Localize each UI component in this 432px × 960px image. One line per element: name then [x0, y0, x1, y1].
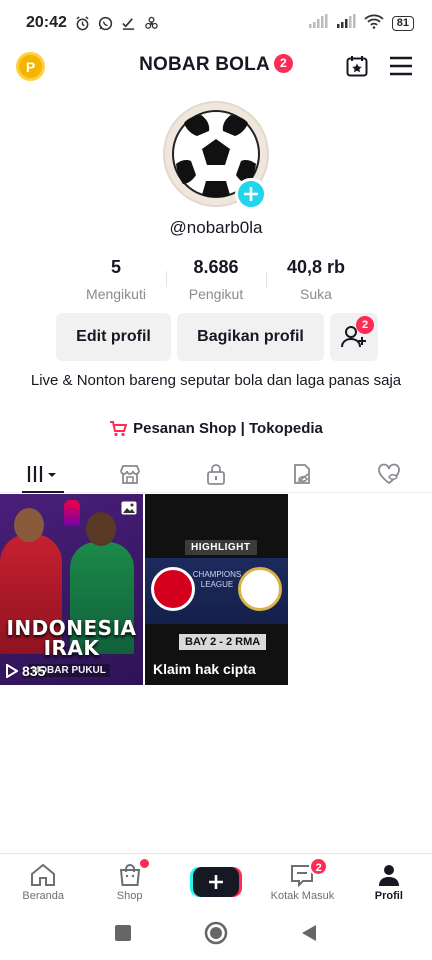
wifi-icon [364, 14, 384, 33]
page-title[interactable]: NOBAR BOLA [139, 54, 270, 75]
shopping-bag-icon [119, 863, 140, 886]
repost-hidden-icon [294, 463, 311, 484]
inbox-badge: 2 [309, 857, 329, 876]
video-grid: INDONESIA IRAK NOBAR PUKUL 835 HIGHLIGHT… [0, 494, 432, 685]
nav-inbox[interactable]: 2 Kotak Masuk [259, 854, 345, 910]
plus-icon [209, 875, 224, 889]
stat-value: 5 [110, 257, 121, 277]
match-banner: CHAMPIONS LEAGUE [145, 558, 288, 624]
add-friend-badge: 2 [356, 316, 374, 334]
video-overlay-title: INDONESIA IRAK [6, 616, 137, 660]
home-icon [31, 863, 56, 886]
stat-likes[interactable]: 40,8 rb Suka [266, 257, 366, 303]
video-thumbnail[interactable]: INDONESIA IRAK NOBAR PUKUL 835 [0, 494, 143, 685]
fan-icon [144, 15, 160, 31]
nav-profile[interactable]: Profil [346, 854, 432, 910]
view-count-value: 835 [22, 663, 46, 679]
recents-icon[interactable] [114, 924, 132, 947]
liked-hidden-icon [377, 463, 400, 484]
match-score: BAY 2 - 2 RMA [179, 634, 267, 650]
stat-value: 40,8 rb [286, 257, 346, 277]
lock-icon [207, 463, 225, 485]
grid-icon [28, 465, 57, 482]
alarm-icon [75, 15, 91, 31]
competition-name: CHAMPIONS LEAGUE [192, 570, 242, 589]
bottom-nav: Beranda Shop 2 Kotak Masuk Profil [0, 853, 432, 910]
real-madrid-crest [238, 567, 282, 611]
view-count: 835 [6, 663, 45, 679]
trophy-logo [64, 500, 80, 526]
stat-value: 8.686 [193, 257, 239, 277]
photo-icon [121, 501, 137, 520]
plus-icon [244, 187, 258, 201]
calendar-star-icon[interactable] [343, 52, 371, 80]
home-button-icon[interactable] [204, 921, 228, 950]
nav-label: Beranda [22, 889, 64, 902]
bayern-crest [151, 567, 195, 611]
nav-shop[interactable]: Shop [86, 854, 172, 910]
check-task-icon [121, 15, 137, 31]
nav-home[interactable]: Beranda [0, 854, 86, 910]
highlight-label: HIGHLIGHT [185, 540, 257, 555]
nav-create[interactable] [173, 854, 259, 910]
profile-icon [378, 864, 399, 886]
status-notification-icons [75, 15, 160, 31]
nav-label: Kotak Masuk [270, 889, 335, 902]
profile-header: P NOBAR BOLA 2 [0, 46, 432, 86]
status-bar: 20:42 81 [0, 0, 432, 46]
profile-actions: Edit profil Bagikan profil 2 [56, 313, 378, 361]
whatsapp-icon [98, 15, 114, 31]
back-icon[interactable] [300, 923, 318, 948]
stat-label: Mengikuti [86, 286, 146, 302]
stat-label: Suka [300, 286, 332, 302]
title-notification-badge: 2 [273, 54, 293, 73]
stat-followers[interactable]: 8.686 Pengikut [166, 257, 266, 303]
add-friend-button[interactable]: 2 [330, 313, 378, 361]
shop-link-label: Pesanan Shop | Tokopedia [133, 420, 323, 437]
tab-videos[interactable] [0, 455, 86, 493]
signal-icon [308, 14, 328, 32]
tab-private[interactable] [173, 455, 259, 492]
shop-notification-dot [140, 859, 150, 868]
profile-tabs [0, 455, 432, 493]
signal-icon [336, 14, 356, 32]
tab-reposts[interactable] [259, 455, 345, 492]
copyright-claim-label: Klaim hak cipta [153, 661, 256, 677]
stat-label: Pengikut [188, 286, 244, 302]
video-thumbnail[interactable]: HIGHLIGHT CHAMPIONS LEAGUE BAY 2 - 2 RMA… [145, 494, 288, 685]
profile-bio: Live & Nonton bareng seputar bola dan la… [30, 372, 402, 389]
tab-liked[interactable] [346, 455, 432, 492]
shop-orders-link[interactable]: Pesanan Shop | Tokopedia [0, 420, 432, 437]
cart-icon [110, 420, 128, 436]
tab-shop[interactable] [86, 455, 172, 492]
share-profile-button[interactable]: Bagikan profil [177, 313, 324, 361]
status-time: 20:42 [26, 14, 67, 31]
system-nav-bar [0, 910, 432, 960]
battery-indicator: 81 [391, 15, 414, 31]
nav-label: Shop [116, 889, 143, 902]
nav-label: Profil [374, 889, 403, 902]
status-system-icons: 81 [308, 14, 414, 33]
profile-stats: 5 Mengikuti 8.686 Pengikut 40,8 rb Suka [66, 257, 366, 303]
create-button[interactable] [193, 867, 240, 897]
stat-following[interactable]: 5 Mengikuti [66, 257, 166, 303]
edit-profile-button[interactable]: Edit profil [56, 313, 171, 361]
menu-icon[interactable] [387, 52, 415, 80]
add-avatar-button[interactable] [235, 178, 267, 210]
username: @nobarb0la [169, 218, 263, 237]
play-icon [6, 664, 18, 678]
storefront-icon [119, 464, 140, 484]
